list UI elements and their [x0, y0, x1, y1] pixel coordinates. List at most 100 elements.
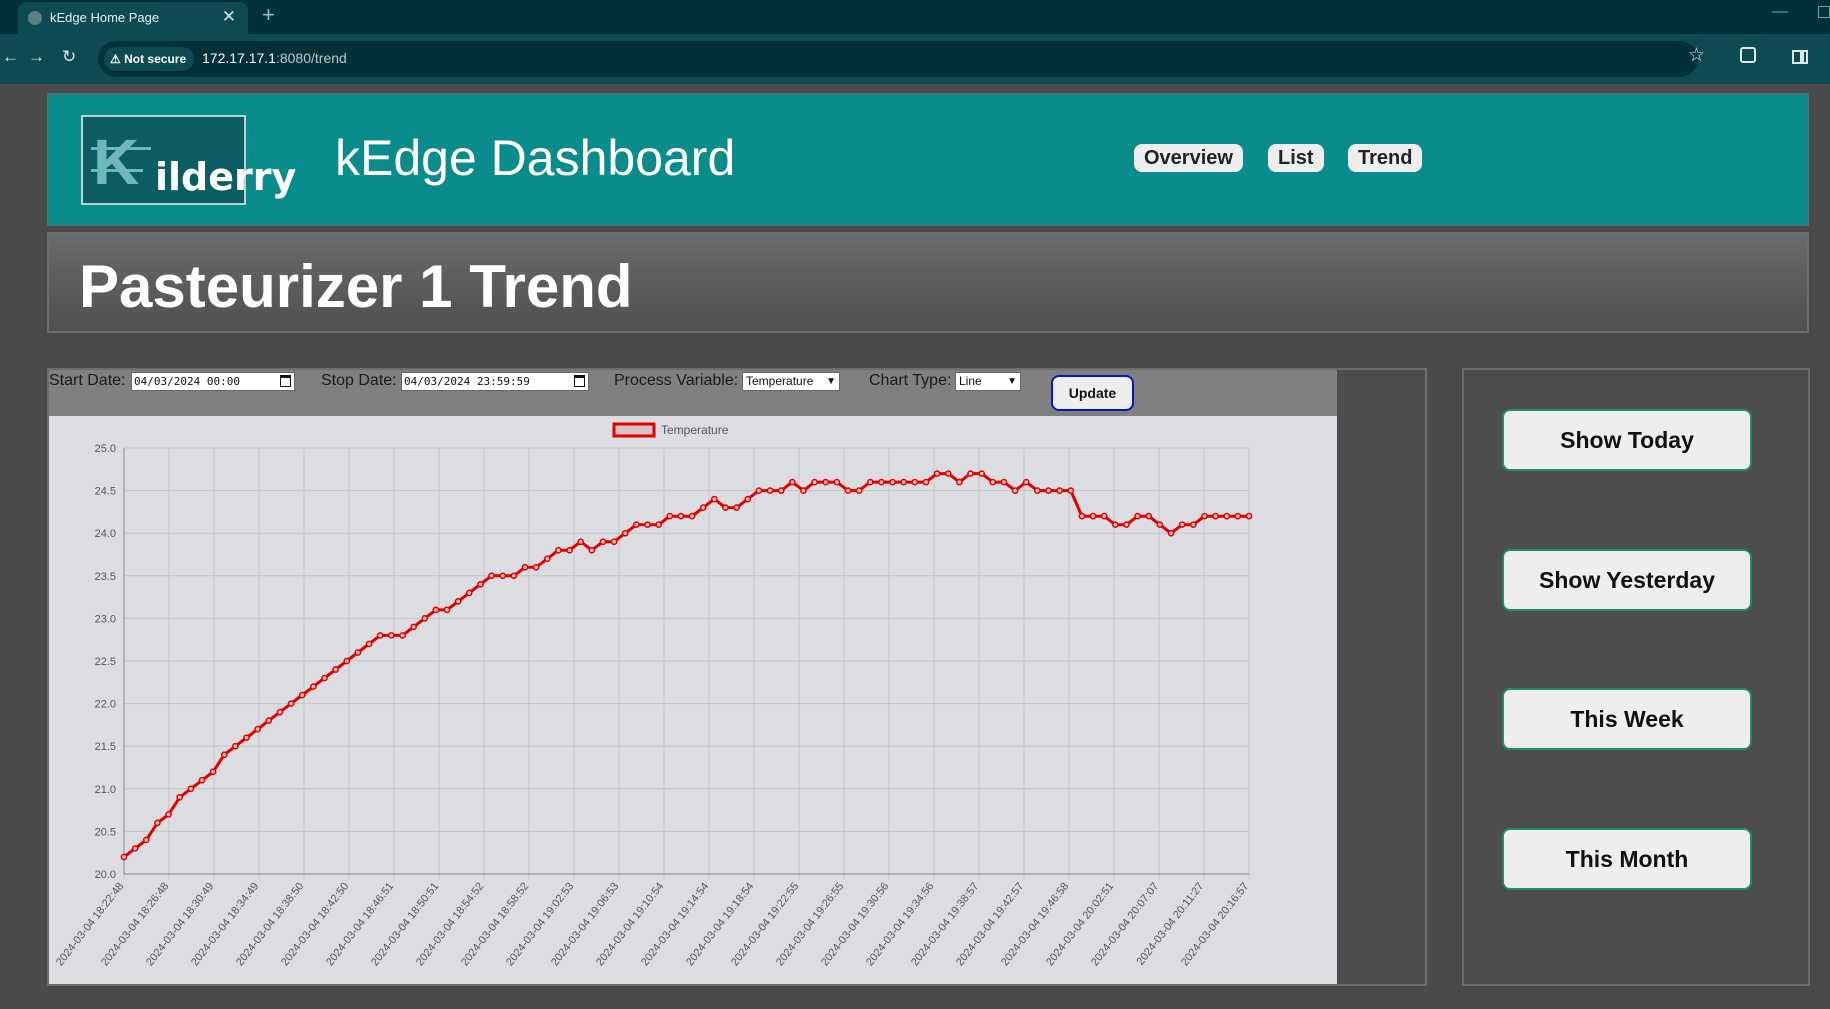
temperature-data-point [733, 504, 740, 511]
temperature-data-point [956, 478, 963, 486]
temperature-data-point [588, 546, 596, 554]
temperature-data-point [989, 478, 997, 486]
temperature-data-point [811, 478, 818, 486]
url-host: 172.17.17.1 [202, 50, 276, 66]
temperature-data-point [142, 836, 150, 844]
temperature-data-point [967, 470, 974, 477]
process-variable-select[interactable]: Temperature ▼ [742, 372, 840, 391]
temperature-data-point [744, 495, 752, 503]
y-tick-label: 20.0 [95, 869, 116, 881]
temperature-data-point [187, 785, 195, 793]
this-week-button[interactable]: This Week [1502, 688, 1752, 750]
temperature-data-point [510, 572, 518, 580]
calendar-icon[interactable] [280, 375, 291, 387]
chevron-down-icon: ▼ [826, 376, 836, 387]
temperature-data-point [176, 793, 184, 801]
temperature-data-point [577, 538, 585, 546]
security-label: Not secure [124, 52, 187, 66]
address-bar[interactable]: ⚠ Not secure 172.17.17.1:8080/trend [98, 41, 1698, 77]
extensions-icon[interactable] [1740, 47, 1756, 63]
page-title-bar: Pasteurizer 1 Trend [47, 232, 1809, 333]
show-yesterday-button[interactable]: Show Yesterday [1502, 549, 1752, 611]
temperature-data-point [766, 487, 774, 494]
temperature-data-point [1123, 521, 1130, 529]
temperature-data-point [1245, 512, 1253, 520]
nav-list[interactable]: List [1268, 144, 1324, 172]
temperature-data-point [1167, 529, 1175, 537]
temperature-data-point [566, 546, 573, 554]
bookmark-star-icon[interactable]: ☆ [1688, 44, 1705, 67]
trend-chart-area: 20.0 20.5 21.0 21.5 22.0 22.5 23.0 23.5 24.0 24.5… [49, 416, 1337, 984]
temperature-data-point [209, 768, 217, 776]
back-icon[interactable]: ← [2, 47, 19, 67]
temperature-data-point [421, 615, 429, 622]
temperature-data-point [1022, 478, 1030, 486]
temperature-data-point [399, 632, 406, 639]
nav-trend[interactable]: Trend [1348, 144, 1423, 172]
y-tick-label: 24.5 [95, 486, 116, 498]
temperature-data-point [1156, 521, 1164, 529]
temperature-data-point [599, 538, 607, 546]
app-title: kEdge Dashboard [335, 130, 736, 186]
url-text[interactable]: 172.17.17.1:8080/trend [202, 50, 347, 66]
temperature-data-point [532, 563, 540, 571]
y-tick-label: 22.5 [95, 656, 116, 668]
calendar-icon[interactable] [574, 375, 585, 387]
browser-tab[interactable]: kEdge Home Page ✕ [18, 2, 248, 34]
side-panel-icon[interactable] [1792, 50, 1808, 64]
start-date-input[interactable]: 04/03/2024 00:00 [131, 372, 295, 391]
temperature-data-point [254, 725, 262, 733]
temperature-data-point [710, 495, 718, 503]
temperature-data-point [621, 529, 629, 537]
quick-range-panel: Show Today Show Yesterday This Week This… [1462, 368, 1810, 986]
reload-icon[interactable]: ↻ [62, 47, 76, 67]
temperature-data-point [699, 504, 707, 511]
browser-tab-strip: kEdge Home Page ✕ + — [0, 0, 1830, 34]
process-variable-label: Process Variable: [614, 372, 739, 389]
temperature-data-point [855, 487, 863, 494]
temperature-data-point [878, 478, 885, 486]
new-tab-button[interactable]: + [262, 2, 275, 28]
globe-icon [28, 11, 42, 25]
temperature-data-point [1134, 512, 1141, 520]
trend-chart: 20.0 20.5 21.0 21.5 22.0 22.5 23.0 23.5 24.0 24.5… [54, 422, 1253, 968]
minimize-icon[interactable]: — [1772, 3, 1788, 21]
temperature-data-point [131, 845, 139, 852]
y-tick-label: 23.0 [95, 613, 116, 625]
chart-type-value: Line [959, 374, 982, 388]
temperature-data-point [298, 691, 306, 699]
temperature-data-point [655, 521, 663, 529]
y-tick-label: 25.0 [95, 443, 116, 455]
temperature-data-point [844, 487, 852, 494]
temperature-data-point [1067, 487, 1075, 494]
y-tick-label: 23.5 [95, 571, 116, 583]
temperature-data-point [120, 853, 128, 861]
y-tick-label: 22.0 [95, 699, 116, 711]
close-tab-icon[interactable]: ✕ [222, 7, 236, 27]
temperature-data-point [1178, 521, 1186, 529]
update-button[interactable]: Update [1051, 375, 1134, 411]
chart-type-select[interactable]: Line ▼ [955, 372, 1021, 391]
temperature-data-point [1212, 512, 1219, 520]
temperature-data-point [755, 487, 763, 494]
temperature-data-point [833, 478, 841, 486]
y-tick-label: 21.5 [95, 741, 116, 753]
temperature-data-point [610, 538, 618, 546]
maximize-icon[interactable] [1818, 6, 1830, 18]
temperature-data-point [477, 580, 484, 588]
stop-date-label: Stop Date: [321, 372, 397, 389]
stop-date-input[interactable]: 04/03/2024 23:59:59 [401, 372, 589, 391]
trend-controls: Start Date: 04/03/2024 00:00 Stop Date: … [49, 370, 1337, 416]
temperature-data-point [911, 478, 919, 486]
temperature-data-point [354, 649, 362, 656]
show-today-button[interactable]: Show Today [1502, 409, 1752, 471]
temperature-data-point [154, 819, 161, 827]
forward-icon[interactable]: → [28, 47, 45, 67]
temperature-data-point [1189, 521, 1197, 529]
nav-overview[interactable]: Overview [1134, 144, 1243, 172]
temperature-data-point [1045, 487, 1052, 494]
temperature-data-point [543, 555, 551, 563]
this-month-button[interactable]: This Month [1502, 828, 1752, 890]
security-badge[interactable]: ⚠ Not secure [104, 47, 195, 71]
temperature-data-point [232, 742, 239, 750]
